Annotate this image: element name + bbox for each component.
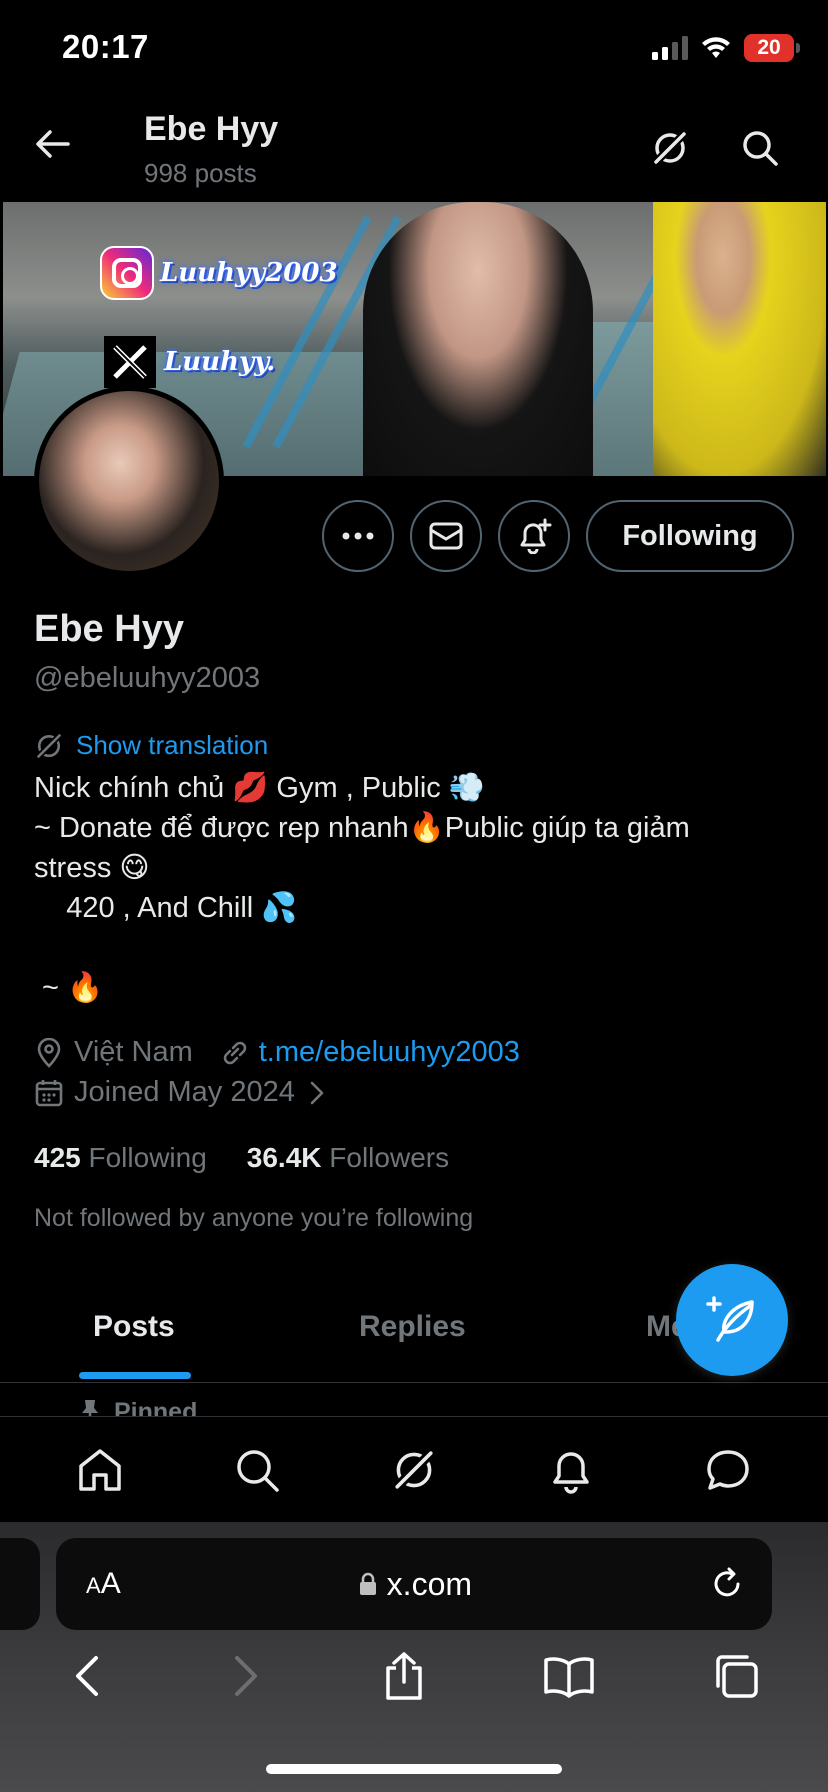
bookmarks-icon[interactable]: [543, 1654, 595, 1698]
banner-person-right: [653, 202, 826, 476]
calendar-icon: [35, 1079, 63, 1106]
previous-tab-preview[interactable]: [0, 1538, 40, 1630]
banner-x-tag: Luuhyy.: [104, 336, 275, 388]
bottom-navigation: [0, 1416, 828, 1522]
header-post-count: 998 posts: [144, 158, 257, 188]
address-bar[interactable]: AA x.com: [56, 1538, 772, 1630]
pinned-label-row: Pinned: [80, 1398, 197, 1418]
compose-post-button[interactable]: [676, 1264, 788, 1376]
search-icon: [237, 1449, 279, 1492]
nav-messages[interactable]: [704, 1446, 752, 1494]
bio-line: ~ Donate để được rep nhanh🔥Public giúp t…: [34, 812, 690, 844]
bio-line: ~ 🔥: [34, 972, 104, 1004]
browser-bottom-toolbar: [0, 1650, 828, 1702]
chat-bubble-icon: [706, 1449, 749, 1490]
profile-location: Việt Nam: [74, 1036, 193, 1068]
following-count-label: Following: [88, 1142, 207, 1173]
grok-button[interactable]: [650, 128, 690, 168]
pin-icon: [82, 1400, 98, 1418]
following-count-link[interactable]: 425 Following: [34, 1142, 207, 1174]
grok-icon: [391, 1446, 437, 1493]
back-chevron-icon[interactable]: [68, 1652, 108, 1700]
grok-icon: [651, 129, 689, 167]
more-options-button[interactable]: [322, 500, 394, 572]
bio-line: stress 😋: [34, 852, 150, 884]
battery-indicator: 20: [744, 34, 800, 62]
more-icon: [342, 532, 374, 540]
show-translation-link[interactable]: Show translation: [34, 730, 268, 761]
profile-website-link[interactable]: t.me/ebeluuhyy2003: [259, 1036, 520, 1069]
show-translation-label: Show translation: [76, 730, 269, 760]
share-icon[interactable]: [382, 1650, 426, 1702]
link-icon: [223, 1041, 247, 1064]
nav-notifications[interactable]: [547, 1446, 595, 1494]
home-indicator[interactable]: [266, 1764, 562, 1774]
notify-button[interactable]: [498, 500, 570, 572]
chevron-right-icon: [310, 1081, 324, 1104]
tabs-icon[interactable]: [712, 1652, 760, 1700]
profile-name: Ebe Hyy: [34, 608, 184, 650]
message-button[interactable]: [410, 500, 482, 572]
feather-plus-icon: [706, 1296, 754, 1342]
envelope-icon: [429, 522, 463, 550]
status-indicators: 20: [652, 34, 800, 62]
bell-icon: [553, 1451, 589, 1494]
instagram-icon: [100, 246, 154, 300]
x-logo-icon: [104, 336, 156, 388]
avatar[interactable]: [34, 386, 224, 576]
aa-large: A: [100, 1567, 121, 1600]
follow-counts: 425 Following 36.4K Followers: [34, 1142, 449, 1174]
home-icon: [79, 1448, 122, 1491]
profile-meta-location-link: Việt Nam t.me/ebeluuhyy2003: [34, 1036, 520, 1069]
tab-posts[interactable]: Posts: [93, 1310, 175, 1344]
arrow-left-icon: [36, 130, 70, 158]
nav-explore[interactable]: [233, 1446, 281, 1494]
followers-count: 36.4K: [246, 1142, 322, 1173]
reader-settings-button[interactable]: AA: [86, 1567, 121, 1601]
lock-icon: [359, 1572, 376, 1595]
profile-bio: Nick chính chủ 💋 Gym , Public 💨 ~ Donate…: [34, 768, 774, 1008]
reload-icon[interactable]: [710, 1567, 744, 1601]
nav-home[interactable]: [76, 1446, 124, 1494]
pinned-label: Pinned: [114, 1398, 198, 1418]
location-pin-icon: [37, 1037, 61, 1068]
profile-joined-row[interactable]: Joined May 2024: [34, 1076, 327, 1109]
url-display[interactable]: x.com: [359, 1566, 472, 1603]
not-followed-notice: Not followed by anyone you’re following: [34, 1204, 474, 1232]
grok-translate-icon: [34, 731, 64, 760]
signal-icon: [652, 36, 688, 60]
search-button[interactable]: [740, 128, 780, 168]
followers-count-link[interactable]: 36.4K Followers: [247, 1142, 449, 1174]
banner-person: [363, 202, 593, 476]
active-tab-indicator: [79, 1372, 191, 1379]
x-handle: Luuhyy.: [164, 347, 276, 377]
profile-joined-date: Joined May 2024: [74, 1076, 295, 1108]
bio-line: 420 , And Chill 💦: [34, 892, 298, 924]
url-text: x.com: [386, 1565, 473, 1602]
status-time: 20:17: [62, 28, 149, 65]
wifi-icon: [702, 37, 730, 58]
search-icon: [743, 131, 778, 166]
header-title: Ebe Hyy: [144, 110, 279, 148]
followers-count-label: Followers: [329, 1142, 450, 1173]
following-count: 425: [34, 1142, 81, 1173]
banner-instagram-tag: Luuhyy2003: [100, 246, 338, 300]
following-button[interactable]: Following: [586, 500, 794, 572]
instagram-handle: Luuhyy2003: [160, 258, 338, 288]
profile-handle: @ebeluuhyy2003: [34, 662, 261, 694]
bio-line: Nick chính chủ 💋 Gym , Public 💨: [34, 772, 485, 804]
forward-chevron-icon[interactable]: [225, 1652, 265, 1700]
nav-grok[interactable]: [390, 1446, 438, 1494]
bell-plus-icon: [520, 518, 552, 554]
aa-small: A: [86, 1573, 101, 1598]
tab-replies[interactable]: Replies: [359, 1310, 466, 1344]
back-button[interactable]: [34, 128, 70, 160]
tab-divider: [0, 1382, 828, 1383]
